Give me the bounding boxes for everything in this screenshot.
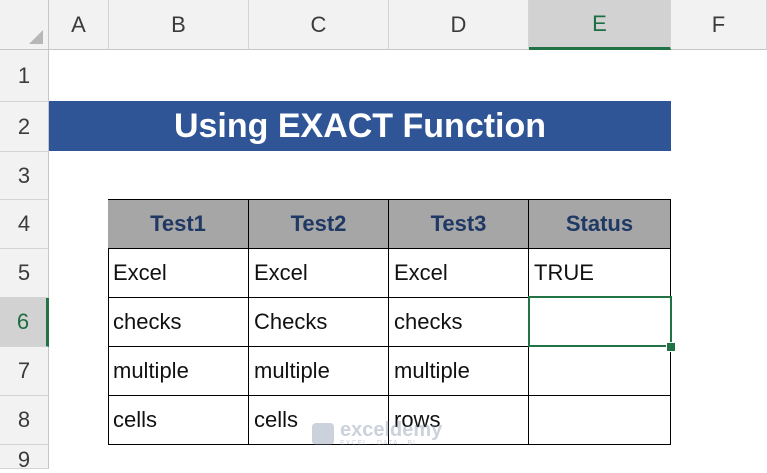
- cell-b5[interactable]: Excel: [108, 249, 249, 298]
- cell-e7[interactable]: [529, 347, 671, 396]
- watermark: exceldemy EXCEL · DATA · BI: [312, 420, 442, 447]
- cell-d6[interactable]: checks: [389, 298, 529, 347]
- column-header-c[interactable]: C: [249, 0, 389, 50]
- cell-c7[interactable]: multiple: [249, 347, 389, 396]
- column-header-b[interactable]: B: [109, 0, 249, 50]
- spreadsheet: A B C D E F 1 2 3 4 5 6 7 8 9 Using EXAC…: [0, 0, 767, 472]
- cell-b6[interactable]: checks: [108, 298, 249, 347]
- cell-e8[interactable]: [529, 396, 671, 445]
- row-header-7[interactable]: 7: [0, 347, 49, 396]
- column-header-d[interactable]: D: [389, 0, 529, 50]
- row-header-9[interactable]: 9: [0, 445, 49, 472]
- active-cell-selection[interactable]: [528, 296, 672, 347]
- fill-handle[interactable]: [666, 342, 676, 352]
- header-cell-status[interactable]: Status: [529, 200, 671, 249]
- select-all-triangle-icon: [29, 30, 43, 44]
- title-banner[interactable]: Using EXACT Function: [49, 101, 671, 151]
- column-header-a[interactable]: A: [49, 0, 109, 50]
- cell-d5[interactable]: Excel: [389, 249, 529, 298]
- cell-b8[interactable]: cells: [108, 396, 249, 445]
- column-header-e[interactable]: E: [529, 0, 671, 50]
- cell-b7[interactable]: multiple: [108, 347, 249, 396]
- row-header-4[interactable]: 4: [0, 200, 49, 249]
- cell-d7[interactable]: multiple: [389, 347, 529, 396]
- cell-c6[interactable]: Checks: [249, 298, 389, 347]
- watermark-tagline: EXCEL · DATA · BI: [340, 440, 416, 447]
- row-header-1[interactable]: 1: [0, 50, 49, 102]
- header-cell-test1[interactable]: Test1: [108, 200, 249, 249]
- cell-e5[interactable]: TRUE: [529, 249, 671, 298]
- header-cell-test2[interactable]: Test2: [249, 200, 389, 249]
- watermark-name: exceldemy: [340, 419, 443, 441]
- cell-c5[interactable]: Excel: [249, 249, 389, 298]
- column-header-f[interactable]: F: [671, 0, 767, 50]
- row-header-3[interactable]: 3: [0, 152, 49, 200]
- select-all-corner[interactable]: [0, 0, 49, 50]
- header-cell-test3[interactable]: Test3: [389, 200, 529, 249]
- row-header-2[interactable]: 2: [0, 102, 49, 152]
- row-header-6[interactable]: 6: [0, 298, 49, 347]
- exceldemy-logo-icon: [312, 422, 334, 445]
- row-header-5[interactable]: 5: [0, 249, 49, 298]
- row-header-8[interactable]: 8: [0, 396, 49, 445]
